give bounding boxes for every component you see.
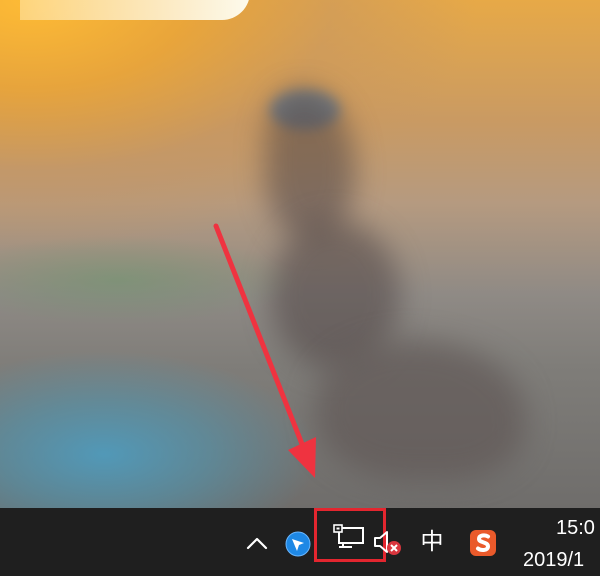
tray-app-icon-button[interactable] <box>282 528 314 560</box>
wallpaper-shadow <box>315 340 525 480</box>
blue-pin-icon <box>285 531 311 557</box>
wallpaper-shadow <box>265 90 355 240</box>
show-hidden-icons-button[interactable] <box>240 526 274 560</box>
volume-tray-button[interactable] <box>370 526 404 560</box>
ime-label: 中 <box>420 529 444 555</box>
wallpaper-highlight <box>20 0 250 20</box>
system-clock[interactable]: 15:0 2019/1 <box>522 512 600 576</box>
volume-muted-icon <box>374 531 401 555</box>
input-method-button[interactable]: 中 <box>415 524 449 560</box>
chevron-up-icon <box>246 537 268 550</box>
network-disconnected-icon <box>333 524 364 548</box>
clock-date: 2019/1 <box>523 549 585 571</box>
sogou-input-button[interactable] <box>466 526 500 560</box>
desktop-screen: 中 15:0 2019/1 <box>0 0 600 576</box>
desktop-wallpaper <box>0 0 600 508</box>
sogou-input-icon <box>470 530 496 556</box>
clock-time: 15:0 <box>556 517 595 539</box>
